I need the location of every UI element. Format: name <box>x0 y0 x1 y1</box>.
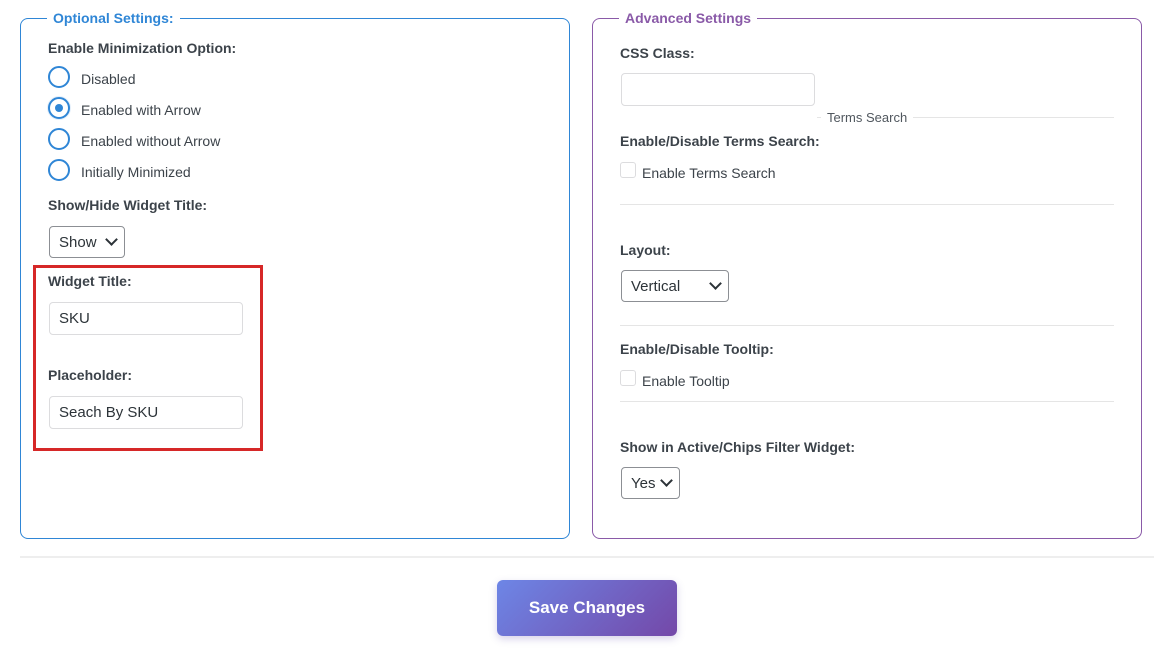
save-changes-button[interactable]: Save Changes <box>497 580 677 636</box>
footer-divider <box>20 556 1154 558</box>
minimization-label: Enable Minimization Option: <box>48 40 237 56</box>
show-hide-title-value: Show <box>59 233 97 251</box>
radio-enabled-without-arrow-circle[interactable] <box>48 128 70 150</box>
css-class-input[interactable] <box>621 73 815 106</box>
chips-filter-select[interactable]: Yes <box>621 467 680 499</box>
radio-enabled-without-arrow[interactable]: Enabled without Arrow <box>47 127 347 153</box>
tooltip-checkbox-label: Enable Tooltip <box>642 373 730 389</box>
radio-disabled-label: Disabled <box>81 71 136 87</box>
radio-disabled[interactable]: Disabled <box>47 65 347 91</box>
advanced-settings-legend: Advanced Settings <box>619 10 758 26</box>
radio-initially-minimized-label: Initially Minimized <box>81 164 191 180</box>
css-class-label: CSS Class: <box>620 45 695 61</box>
optional-settings-legend: Optional Settings: <box>47 10 180 26</box>
radio-initially-minimized[interactable]: Initially Minimized <box>47 158 347 184</box>
chips-filter-label: Show in Active/Chips Filter Widget: <box>620 439 856 455</box>
terms-search-heading: Terms Search <box>821 110 914 125</box>
layout-value: Vertical <box>631 277 681 295</box>
section-divider <box>620 325 1114 326</box>
chips-filter-value: Yes <box>631 474 656 492</box>
chevron-down-icon <box>709 277 722 290</box>
section-divider <box>620 204 1114 205</box>
tooltip-checkbox[interactable] <box>620 370 636 386</box>
radio-enabled-with-arrow-circle[interactable] <box>48 97 70 119</box>
terms-search-checkbox-label: Enable Terms Search <box>642 165 776 181</box>
radio-enabled-with-arrow[interactable]: Enabled with Arrow <box>47 96 347 122</box>
section-divider <box>620 401 1114 402</box>
terms-search-checkbox[interactable] <box>620 162 636 178</box>
tooltip-label: Enable/Disable Tooltip: <box>620 341 774 357</box>
terms-search-label: Enable/Disable Terms Search: <box>620 133 820 149</box>
chevron-down-icon <box>660 474 673 487</box>
radio-enabled-with-arrow-label: Enabled with Arrow <box>81 102 201 118</box>
radio-enabled-without-arrow-label: Enabled without Arrow <box>81 133 221 149</box>
show-hide-title-select[interactable]: Show <box>49 226 125 258</box>
advanced-settings-panel: Advanced Settings CSS Class: Terms Searc… <box>592 10 1142 539</box>
show-hide-title-label: Show/Hide Widget Title: <box>48 197 208 213</box>
layout-select[interactable]: Vertical <box>621 270 729 302</box>
chevron-down-icon <box>105 233 118 246</box>
radio-initially-minimized-circle[interactable] <box>48 159 70 181</box>
layout-label: Layout: <box>620 242 671 258</box>
highlight-box <box>33 265 263 451</box>
radio-disabled-circle[interactable] <box>48 66 70 88</box>
